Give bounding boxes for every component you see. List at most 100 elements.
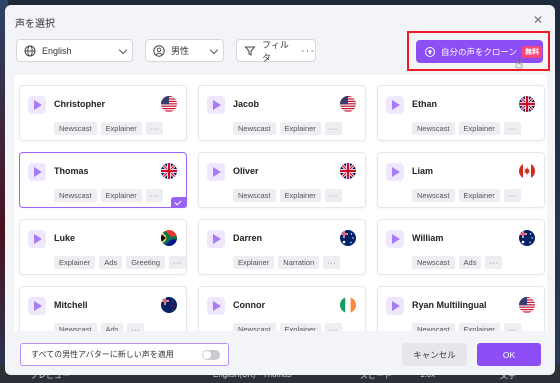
more-tags-button[interactable]: ··· [503,323,521,331]
uk-flag-icon [161,163,177,179]
more-tags-button[interactable]: ··· [324,189,342,202]
gender-dropdown[interactable]: 男性 [145,39,224,62]
cancel-button[interactable]: キャンセル [402,343,467,366]
play-icon[interactable] [207,163,225,181]
uk-flag-icon [340,163,356,179]
filter-label: フィルタ [262,39,289,63]
more-tags-button[interactable]: ··· [324,122,342,135]
voice-tag: Explainer [458,189,500,202]
more-tags-button[interactable]: ··· [324,323,342,331]
south-africa-flag-icon [161,230,177,246]
uk-flag-icon [519,96,535,112]
chevron-down-icon [209,45,219,55]
play-icon[interactable] [28,96,46,114]
voice-tags: Newscast Explainer ··· [412,189,521,202]
voice-name: Thomas [54,166,89,176]
more-tags-button[interactable]: ··· [127,323,145,331]
play-icon[interactable] [386,297,404,315]
voice-card[interactable]: Connor Newscast Explainer ··· [198,286,366,331]
voice-tags: Newscast Explainer ··· [233,189,342,202]
voice-name: Connor [233,300,265,310]
voice-card[interactable]: Mitchell Newscast Ads ··· [19,286,187,331]
voice-tag: Narration [278,256,320,269]
voice-name: Ethan [412,99,438,109]
voice-select-dialog: 声を選択 ✕ English 男性 フィルタ ··· 自分の声をクローン 無料 … [5,5,555,375]
voice-card[interactable]: Jacob Newscast Explainer ··· [198,85,366,141]
voice-tag: Explainer [233,256,275,269]
selected-check-icon [171,197,187,208]
free-badge: 無料 [522,45,543,58]
voice-tag: Ads [458,256,482,269]
voice-tags: Newscast Explainer ··· [54,122,163,135]
dialog-title: 声を選択 [15,19,55,30]
more-tags-button[interactable]: ··· [485,256,503,269]
add-circle-icon [425,46,435,57]
canada-flag-icon [519,163,535,179]
voice-tag: Newscast [233,323,276,331]
us-flag-icon [519,297,535,313]
voice-grid: Christopher Newscast Explainer ··· Jacob News… [14,75,547,331]
voice-tag: Explainer [100,122,142,135]
voice-card[interactable]: Darren Explainer Narration ··· [198,219,366,275]
more-tags-button[interactable]: ··· [503,122,521,135]
user-icon [153,44,165,57]
play-icon[interactable] [207,297,225,315]
voice-tag: Newscast [412,122,455,135]
voice-card[interactable]: Liam Newscast Explainer ··· [377,152,545,208]
voice-tags: Newscast Explainer ··· [233,122,342,135]
globe-icon [24,45,36,57]
voice-tag: Explainer [458,323,500,331]
voice-tag: Newscast [233,122,276,135]
clone-voice-button[interactable]: 自分の声をクローン 無料 ☝ [416,40,543,71]
filter-button[interactable]: フィルタ ··· [236,39,316,63]
australia-flag-icon [340,230,356,246]
play-icon[interactable] [207,96,225,114]
voice-card[interactable]: William Newscast Ads ··· [377,219,545,275]
voice-card[interactable]: Christopher Newscast Explainer ··· [19,85,187,141]
voice-tag: Explainer [279,122,321,135]
more-tags-button[interactable]: ··· [169,256,186,269]
voice-tag: Ads [100,323,124,331]
voice-tag: Explainer [54,256,96,269]
voice-tag: Explainer [458,122,500,135]
play-icon[interactable] [207,230,225,248]
close-icon: ✕ [532,13,544,27]
voice-card[interactable]: Oliver Newscast Explainer ··· [198,152,366,208]
voice-name: Jacob [233,99,260,109]
more-tags-button[interactable]: ··· [503,189,521,202]
voice-name: Ryan Multilingual [412,300,487,310]
ok-button[interactable]: OK [477,343,541,366]
voice-tags: Newscast Explainer ··· [412,323,521,331]
clone-voice-label: 自分の声をクローン [441,46,518,57]
voice-name: Darren [233,233,263,243]
more-tags-button[interactable]: ··· [145,122,163,135]
more-tags-button[interactable]: ··· [323,256,341,269]
voice-tag: Newscast [412,256,455,269]
more-options-icon: ··· [301,44,315,57]
voice-tag: Explainer [100,189,142,202]
play-icon[interactable] [386,163,404,181]
voice-card[interactable]: Thomas Newscast Explainer ··· [19,152,187,208]
us-flag-icon [161,96,177,112]
voice-tag: Newscast [54,189,97,202]
play-icon[interactable] [386,230,404,248]
voice-card[interactable]: Ryan Multilingual Newscast Explainer ··· [377,286,545,331]
more-tags-button[interactable]: ··· [145,189,163,202]
voice-tag: Greeting [126,256,165,269]
apply-all-toggle[interactable] [202,350,220,360]
play-icon[interactable] [28,163,46,181]
play-icon[interactable] [386,96,404,114]
play-icon[interactable] [28,230,46,248]
voice-card[interactable]: Ethan Newscast Explainer ··· [377,85,545,141]
voice-name: Oliver [233,166,259,176]
voice-tags: Newscast Ads ··· [412,256,503,269]
play-icon[interactable] [28,297,46,315]
new-zealand-flag-icon [161,297,177,313]
voice-tags: Newscast Ads ··· [54,323,145,331]
voice-card[interactable]: Luke Explainer Ads Greeting ··· [19,219,187,275]
gender-value: 男性 [171,46,190,56]
close-button[interactable]: ✕ [531,13,545,27]
voice-name: Christopher [54,99,106,109]
voice-tag: Explainer [279,323,321,331]
language-dropdown[interactable]: English [16,39,133,62]
